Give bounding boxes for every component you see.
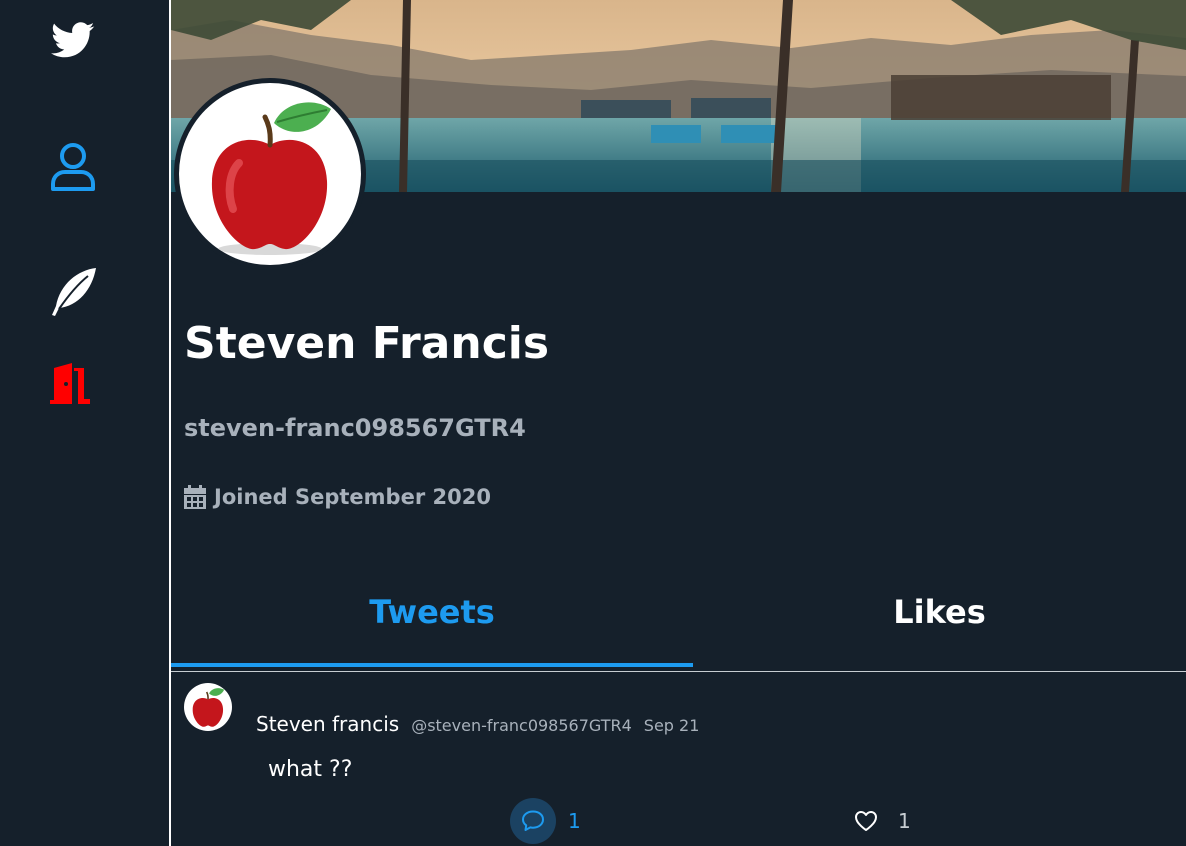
profile-avatar-ring <box>174 78 366 270</box>
reply-button[interactable]: 1 <box>510 798 581 844</box>
profile-avatar <box>179 83 361 265</box>
twitter-bird-icon[interactable] <box>48 18 98 62</box>
tweet-date: Sep 21 <box>643 716 700 735</box>
logout-door-icon[interactable] <box>48 362 98 404</box>
profile-handle: steven-franc098567GTR4 <box>184 414 526 442</box>
tweet-handle: @steven-franc098567GTR4 <box>411 716 632 735</box>
calendar-icon <box>184 485 206 509</box>
tweet-avatar[interactable] <box>184 683 232 731</box>
tweet-author[interactable]: Steven francis <box>256 712 399 736</box>
joined-date: Joined September 2020 <box>184 482 491 512</box>
tweet-text: what ?? <box>268 757 353 782</box>
apple-icon <box>192 688 225 727</box>
profile-tabs: Tweets Likes <box>171 575 1186 672</box>
reply-count: 1 <box>568 809 581 833</box>
feather-icon[interactable] <box>48 266 98 318</box>
like-count: 1 <box>898 809 911 833</box>
tab-likes[interactable]: Likes <box>693 575 1186 667</box>
reply-icon <box>522 810 544 831</box>
apple-icon <box>211 102 331 255</box>
joined-text: Joined September 2020 <box>214 485 491 509</box>
profile-name: Steven Francis <box>184 318 550 369</box>
reply-bubble[interactable] <box>510 798 556 844</box>
tweet-header: Steven francis @steven-franc098567GTR4 S… <box>256 712 699 736</box>
sidebar <box>0 0 171 846</box>
tab-tweets[interactable]: Tweets <box>171 575 693 667</box>
heart-icon[interactable] <box>854 810 878 832</box>
tweet-item[interactable]: Steven francis @steven-franc098567GTR4 S… <box>171 672 1186 846</box>
like-button[interactable]: 1 <box>854 809 911 833</box>
profile-icon[interactable] <box>50 142 96 192</box>
profile-main: Steven Francis steven-franc098567GTR4 Jo… <box>171 0 1186 846</box>
